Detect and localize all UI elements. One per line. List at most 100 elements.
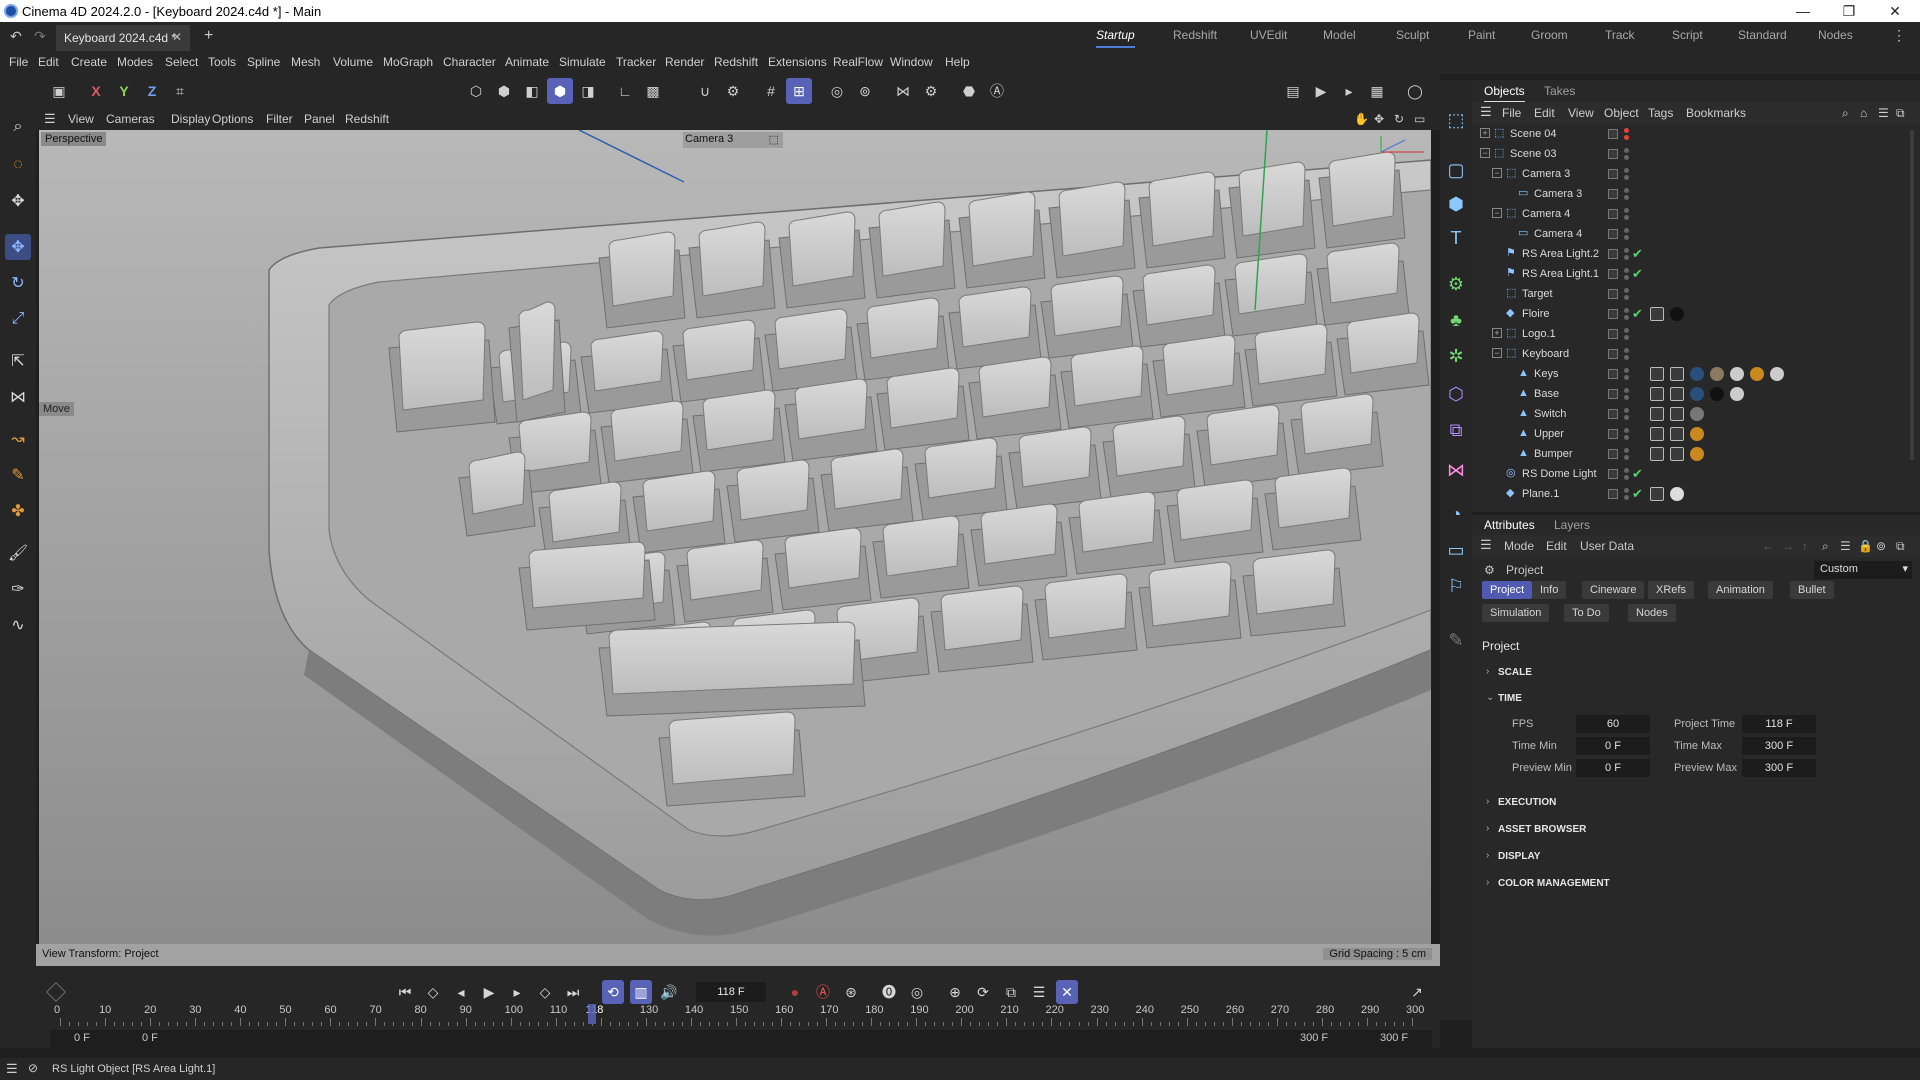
viewport-menu-panel[interactable]: Panel xyxy=(304,112,335,126)
material-tag-icon[interactable] xyxy=(1670,487,1684,501)
menu-volume[interactable]: Volume xyxy=(333,55,373,69)
material-tag-icon[interactable] xyxy=(1730,387,1744,401)
object-row[interactable]: ▲ Base xyxy=(1472,384,1912,404)
attr-btn-todo[interactable]: To Do xyxy=(1564,604,1609,622)
editor-visibility-dot[interactable] xyxy=(1624,368,1629,373)
viewport-menu-options[interactable]: Options xyxy=(212,112,253,126)
render-visibility-dot[interactable] xyxy=(1624,435,1629,440)
objects-menu-file[interactable]: File xyxy=(1502,106,1521,120)
objects-filter-icon[interactable]: ☰ xyxy=(1878,106,1889,120)
object-name[interactable]: RS Area Light.2 xyxy=(1522,248,1599,260)
object-row[interactable]: ▲ Bumper xyxy=(1472,444,1912,464)
up-arrow-icon[interactable]: ↑ xyxy=(1802,539,1808,553)
symmetry-settings-icon[interactable]: ⚙ xyxy=(918,78,944,104)
material-tag-icon[interactable] xyxy=(1690,407,1704,421)
editor-visibility-dot[interactable] xyxy=(1624,228,1629,233)
editor-visibility-dot[interactable] xyxy=(1624,408,1629,413)
render-visibility-dot[interactable] xyxy=(1624,195,1629,200)
objects-menu-object[interactable]: Object xyxy=(1604,106,1639,120)
previous-key-icon[interactable]: ◇ xyxy=(422,980,444,1004)
effector-icon[interactable]: ⧉ xyxy=(1443,416,1469,444)
menu-mograph[interactable]: MoGraph xyxy=(383,55,433,69)
material-tag-icon[interactable] xyxy=(1670,407,1684,421)
object-name[interactable]: RS Area Light.1 xyxy=(1522,268,1599,280)
editor-visibility-dot[interactable] xyxy=(1624,268,1629,273)
editor-visibility-dot[interactable] xyxy=(1624,328,1629,333)
layer-toggle-icon[interactable] xyxy=(1608,289,1618,299)
object-row[interactable]: + ⬚ Logo.1 xyxy=(1472,324,1912,344)
forward-arrow-icon[interactable]: → xyxy=(1782,539,1794,553)
range-start-2[interactable]: 0 F xyxy=(142,1032,158,1044)
material-tag-icon[interactable] xyxy=(1690,387,1704,401)
object-row[interactable]: ▭ Camera 4 xyxy=(1472,224,1912,244)
object-row[interactable]: ⚑ RS Area Light.2 ✔ xyxy=(1472,244,1912,264)
menu-window[interactable]: Window xyxy=(890,55,933,69)
snap-icon[interactable]: ∪ xyxy=(692,78,718,104)
object-name[interactable]: Logo.1 xyxy=(1522,328,1556,340)
editor-visibility-dot[interactable] xyxy=(1624,168,1629,173)
frame-ruler[interactable]: 0102030405060708090100110118130140150160… xyxy=(50,1004,1432,1026)
attr-lock-icon[interactable]: 🔒 xyxy=(1858,539,1873,553)
knife-icon[interactable]: ✑ xyxy=(5,576,31,602)
object-row[interactable]: ▭ Camera 3 xyxy=(1472,184,1912,204)
object-name[interactable]: Floire xyxy=(1522,308,1550,320)
attr-btn-nodes[interactable]: Nodes xyxy=(1628,604,1676,622)
object-name[interactable]: Camera 4 xyxy=(1534,228,1582,240)
layer-toggle-icon[interactable] xyxy=(1608,429,1618,439)
object-name[interactable]: Scene 04 xyxy=(1510,128,1556,140)
generator-icon[interactable]: ♣ xyxy=(1443,306,1469,334)
editor-visibility-dot[interactable] xyxy=(1624,448,1629,453)
object-name[interactable]: Keyboard xyxy=(1522,348,1569,360)
points-mode-icon[interactable]: ⬡ xyxy=(463,78,489,104)
material-tag-icon[interactable] xyxy=(1670,307,1684,321)
layer-toggle-icon[interactable] xyxy=(1608,149,1618,159)
render-visibility-dot[interactable] xyxy=(1624,475,1629,480)
attr-search-icon[interactable]: ⌕ xyxy=(1822,539,1829,554)
viewport-solo-icon[interactable]: ⬣ xyxy=(956,78,982,104)
more-layouts-icon[interactable]: ⋮ xyxy=(1892,27,1906,44)
range-end-2[interactable]: 300 F xyxy=(1380,1032,1408,1044)
rotate-view-icon[interactable]: ↻ xyxy=(1394,112,1404,126)
render-visibility-dot[interactable] xyxy=(1624,335,1629,340)
menu-render[interactable]: Render xyxy=(665,55,704,69)
mograph-cloner-icon[interactable]: ⚙ xyxy=(1443,270,1469,298)
attr-settings-icon[interactable]: ⊚ xyxy=(1876,539,1886,553)
attr-btn-bullet[interactable]: Bullet xyxy=(1790,581,1834,599)
menu-tools[interactable]: Tools xyxy=(208,55,236,69)
material-tag-icon[interactable] xyxy=(1690,367,1704,381)
spline-generator-icon[interactable]: ⋈ xyxy=(1443,456,1469,484)
status-menu-icon[interactable]: ☰ xyxy=(6,1061,18,1077)
viewport-menu-filter[interactable]: Filter xyxy=(266,112,293,126)
sound-icon[interactable]: 🔊 xyxy=(658,980,680,1004)
maximize-button[interactable]: ❐ xyxy=(1826,0,1872,22)
viewport-menu-view[interactable]: View xyxy=(68,112,94,126)
render-visibility-dot[interactable] xyxy=(1624,175,1629,180)
go-to-start-icon[interactable]: ⏮ xyxy=(394,980,416,1004)
layout-uvedit[interactable]: UVEdit xyxy=(1250,28,1287,42)
go-to-end-icon[interactable]: ⏭ xyxy=(562,980,584,1004)
texture-mode-icon[interactable]: ▩ xyxy=(640,78,666,104)
move-view-icon[interactable]: ✥ xyxy=(1374,112,1384,126)
layer-toggle-icon[interactable] xyxy=(1608,129,1618,139)
object-name[interactable]: Scene 03 xyxy=(1510,148,1556,160)
model-mode-icon[interactable]: ▣ xyxy=(46,78,72,104)
object-row[interactable]: ◎ RS Dome Light ✔ xyxy=(1472,464,1912,484)
text-icon[interactable]: T xyxy=(1443,224,1469,252)
close-tab-icon[interactable]: ✕ xyxy=(172,30,182,44)
menu-redshift[interactable]: Redshift xyxy=(714,55,758,69)
timeline-settings-icon[interactable]: ☰ xyxy=(1028,980,1050,1004)
fps-field[interactable]: 60 xyxy=(1576,715,1650,733)
attr-menu-mode[interactable]: Mode xyxy=(1504,539,1534,553)
axis-mode-icon[interactable]: ∟ xyxy=(612,78,638,104)
viewport-hamburger-icon[interactable]: ☰ xyxy=(44,111,56,127)
editor-visibility-dot[interactable] xyxy=(1624,148,1629,153)
attr-menu-user-data[interactable]: User Data xyxy=(1580,539,1634,553)
render-visibility-dot[interactable] xyxy=(1624,315,1629,320)
keyframe-selection-icon[interactable]: ⊛ xyxy=(840,980,862,1004)
magnet-icon[interactable]: ∿ xyxy=(5,612,31,638)
auto-keying-icon[interactable]: Ⓐ xyxy=(984,78,1010,104)
attr-btn-info[interactable]: Info xyxy=(1532,581,1567,599)
layout-sculpt[interactable]: Sculpt xyxy=(1396,28,1429,42)
editor-visibility-dot[interactable] xyxy=(1624,468,1629,473)
brush-icon[interactable]: 🖌 xyxy=(5,540,31,566)
